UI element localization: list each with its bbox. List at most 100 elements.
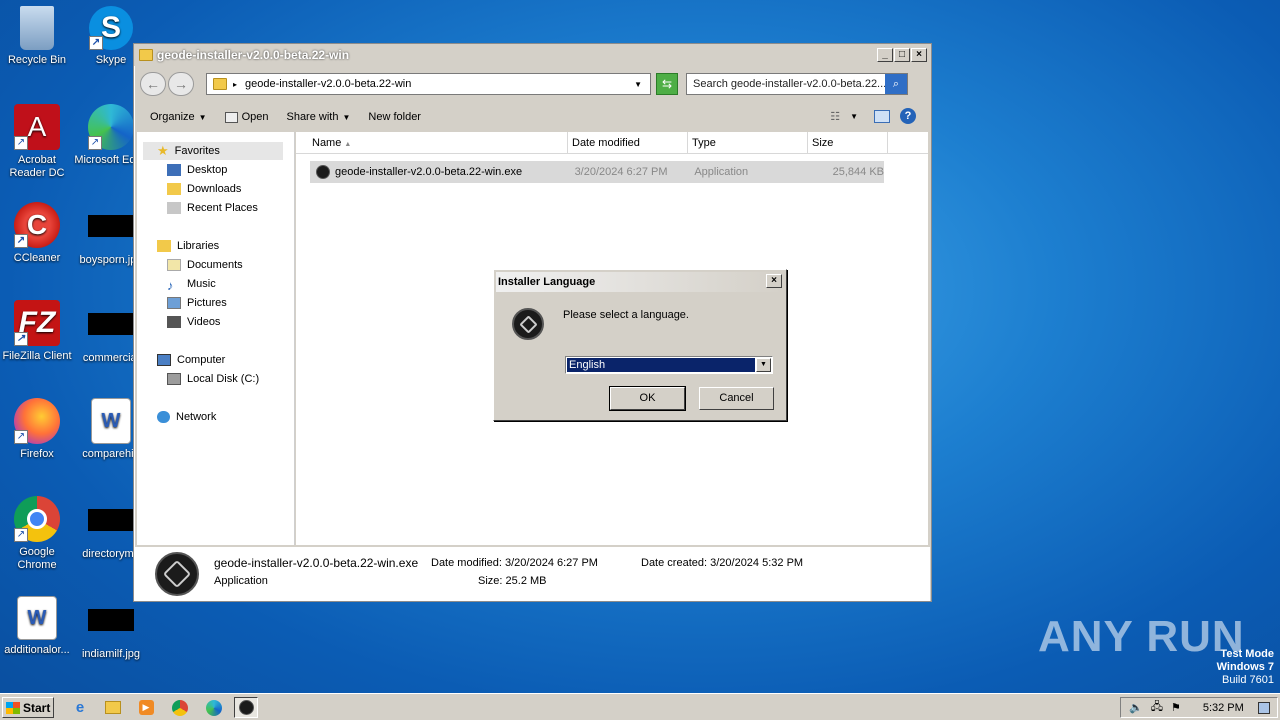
word-doc-icon: W [17,596,57,640]
videos-icon [167,316,181,328]
back-button[interactable]: ← [140,72,166,96]
open-button[interactable]: Open [224,111,268,123]
nav-desktop[interactable]: Desktop [167,164,227,176]
search-input[interactable]: Search geode-installer-v2.0.0-beta.22...… [686,73,908,95]
image-file-icon [88,313,134,335]
forward-button[interactable]: → [168,72,194,96]
file-name: geode-installer-v2.0.0-beta.22-win.exe [334,166,523,178]
file-row[interactable]: geode-installer-v2.0.0-beta.22-win.exe 3… [310,161,884,183]
new-folder-button[interactable]: New folder [368,111,421,123]
view-options-icon[interactable]: ☷ [830,110,840,123]
nav-downloads[interactable]: Downloads [167,183,241,195]
file-size: 25,844 KB [832,166,884,178]
close-button[interactable]: × [911,48,927,62]
dialog-titlebar[interactable]: Installer Language [496,272,784,292]
disk-icon [167,373,181,385]
desktop-icon-label: CCleaner [13,252,61,264]
geode-app-icon [155,552,199,596]
help-icon[interactable]: ? [900,108,916,124]
word-doc-icon: W [91,398,131,444]
taskbar-ie[interactable]: e [68,697,92,718]
nav-favorites[interactable]: ★ Favorites [143,142,283,160]
refresh-button[interactable]: ⇆ [656,73,678,95]
skype-icon: S ↗ [89,6,133,50]
nav-pictures[interactable]: Pictures [167,297,227,309]
internet-explorer-icon: e [75,699,85,716]
desktop-icon-chrome[interactable]: ↗ Google Chrome [0,496,74,572]
show-desktop-icon[interactable] [1257,701,1270,714]
acrobat-icon: A ↗ [14,104,60,150]
firefox-icon: ↗ [14,398,60,444]
image-file-icon [88,609,134,631]
desktop-icon-indiamilf[interactable]: indiamilf.jpg [74,596,148,661]
column-name[interactable]: Name ▲ [296,132,568,153]
desktop-icon-ccleaner[interactable]: C ↗ CCleaner [0,202,74,265]
organize-button[interactable]: Organize ▼ [150,111,207,123]
nav-recent-places[interactable]: Recent Places [167,202,258,214]
nav-music[interactable]: ♪ Music [167,278,216,293]
preview-pane-icon[interactable] [874,109,890,123]
windows-logo-icon [6,701,20,714]
nav-documents[interactable]: Documents [167,259,243,271]
details-pane: geode-installer-v2.0.0-beta.22-win.exe A… [135,547,930,601]
geode-app-icon [316,165,330,179]
taskbar-chrome[interactable] [168,697,192,718]
desktop-icon-firefox[interactable]: ↗ Firefox [0,398,74,461]
taskbar-edge[interactable] [202,697,226,718]
clock[interactable]: 5:32 PM [1203,702,1244,714]
desktop-icon-label: Acrobat Reader DC [9,154,65,179]
flag-icon[interactable]: ⚑ [1171,701,1181,714]
media-player-icon: ▶ [138,700,154,715]
desktop-icon-label: Recycle Bin [7,54,67,66]
network-tray-icon[interactable]: 🖧 [1151,698,1163,717]
folder-icon [105,701,121,714]
nav-local-disk[interactable]: Local Disk (C:) [167,373,259,385]
taskbar-explorer[interactable] [101,697,125,718]
language-select[interactable]: English ▼ [565,356,773,374]
open-icon [224,111,238,123]
desktop-icon-additionalor[interactable]: W additionalor... [0,596,74,657]
documents-icon [167,259,181,271]
chevron-down-icon[interactable]: ▼ [756,358,771,372]
file-date: 3/20/2024 6:27 PM [574,166,668,178]
folder-icon [213,78,227,90]
image-file-icon [88,509,134,531]
nav-videos[interactable]: Videos [167,316,220,328]
nav-computer[interactable]: Computer [157,354,225,366]
minimize-button[interactable]: _ [877,48,893,62]
nav-libraries[interactable]: Libraries [157,240,219,252]
column-size[interactable]: Size [808,132,888,153]
explorer-titlebar[interactable]: geode-installer-v2.0.0-beta.22-win [134,44,931,66]
column-headers: Name ▲ Date modified Type Size [296,132,928,154]
ccleaner-icon: C ↗ [14,202,60,248]
taskbar-geode-installer[interactable] [234,697,258,718]
maximize-button[interactable]: □ [894,48,910,62]
recent-places-icon [167,202,181,214]
dialog-close-button[interactable]: × [766,274,782,288]
language-select-value: English [567,358,755,372]
edge-icon [206,699,222,716]
details-date-modified: Date modified: 3/20/2024 6:27 PM [431,557,598,569]
installer-language-dialog: Installer Language × Please select a lan… [493,269,787,421]
volume-icon[interactable]: 🔈 [1129,701,1143,714]
sort-asc-icon: ▲ [344,141,352,148]
cancel-button[interactable]: Cancel [699,387,774,410]
address-bar[interactable]: ▸ geode-installer-v2.0.0-beta.22-win ▼ [206,73,651,95]
desktop-icon-recycle-bin[interactable]: Recycle Bin [0,6,74,67]
column-type[interactable]: Type [688,132,808,153]
desktop-icon-filezilla[interactable]: FZ ↗ FileZilla Client [0,300,74,363]
column-date-modified[interactable]: Date modified [568,132,688,153]
start-button[interactable]: Start [2,697,54,718]
chevron-down-icon[interactable]: ▼ [850,112,858,121]
chevron-down-icon[interactable]: ▼ [634,80,642,89]
ok-button[interactable]: OK [609,386,686,411]
anyrun-watermark: ANY RUN [1038,612,1245,661]
details-file-name: geode-installer-v2.0.0-beta.22-win.exe [214,556,419,570]
desktop-icon-acrobat[interactable]: A ↗ Acrobat Reader DC [0,104,74,180]
desktop-icon-label: indiamilf.jpg [81,648,141,660]
nav-network[interactable]: Network [157,411,216,423]
search-icon[interactable]: ⌕ [885,74,907,94]
taskbar-media-player[interactable]: ▶ [134,697,158,718]
share-with-button[interactable]: Share with ▼ [286,111,350,123]
geode-app-icon [238,700,254,715]
